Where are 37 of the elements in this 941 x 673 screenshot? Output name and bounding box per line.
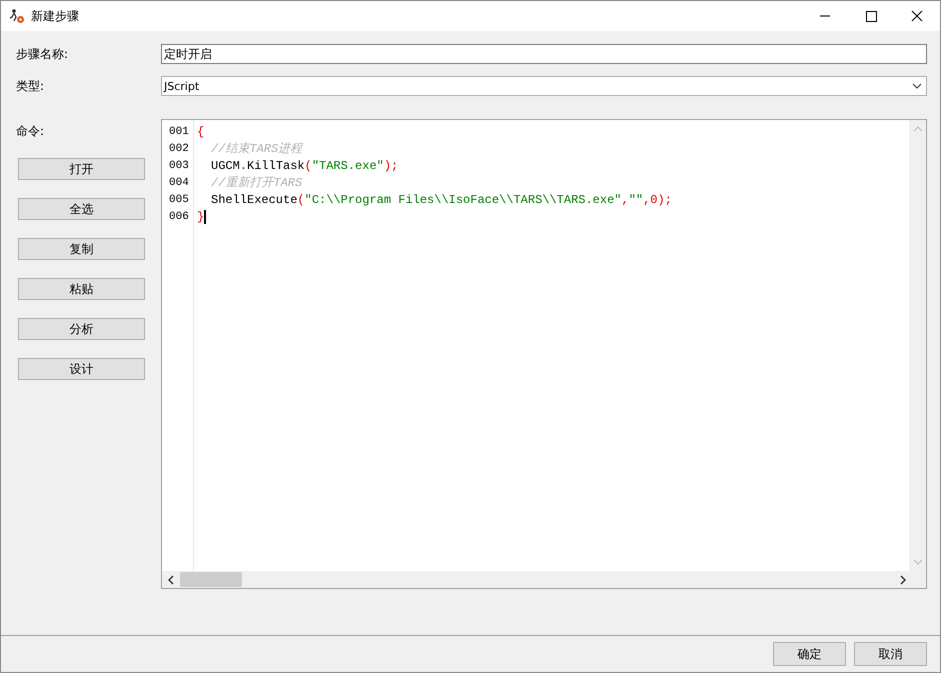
side-button[interactable]: 全选 xyxy=(18,198,145,220)
type-dropdown[interactable]: JScript xyxy=(161,76,927,96)
scroll-left-icon[interactable] xyxy=(168,574,174,584)
code-line: { xyxy=(197,124,204,138)
line-number: 002 xyxy=(168,142,190,154)
scroll-right-icon[interactable] xyxy=(900,574,906,584)
app-icon xyxy=(9,8,25,24)
code-line: //结束TARS进程 xyxy=(211,141,302,157)
side-button[interactable]: 设计 xyxy=(18,358,145,380)
field-label: 步骤名称: xyxy=(16,46,70,62)
line-number: 001 xyxy=(168,126,190,138)
code-editor[interactable]: 001 { 002 //结束TARS进程 003 UGCM.KillTask("TARS.exe"); 004 //重新打开TARS 005 ShellExecute("C:\\Program Files\\IsoFace\\TARS\\TARS.exe","",0); 006 } xyxy=(161,119,927,589)
field-label: 类型: xyxy=(16,78,46,94)
name-field[interactable]: 定时开启 xyxy=(161,44,927,64)
code-line: //重新打开TARS xyxy=(211,175,302,191)
scroll-up-icon[interactable] xyxy=(912,126,922,132)
code-line: ShellExecute("C:\\Program Files\\IsoFace\\TARS\\TARS.exe","",0); xyxy=(211,192,672,206)
code-line: } xyxy=(197,210,204,224)
side-button[interactable]: 分析 xyxy=(18,318,145,340)
scroll-thumb[interactable] xyxy=(180,572,242,587)
window-title: 新建步骤 xyxy=(31,8,79,24)
chevron-down-icon xyxy=(912,83,922,89)
text-cursor xyxy=(204,210,206,224)
side-button[interactable]: 复制 xyxy=(18,238,145,260)
vertical-scrollbar[interactable] xyxy=(909,120,926,571)
field-label: 命令: xyxy=(16,123,46,140)
line-number: 004 xyxy=(168,176,190,188)
scroll-down-icon[interactable] xyxy=(912,559,922,565)
line-number: 006 xyxy=(168,210,190,222)
side-button[interactable]: 打开 xyxy=(18,158,145,180)
horizontal-scrollbar[interactable] xyxy=(162,571,926,588)
side-button[interactable]: 粘贴 xyxy=(18,278,145,300)
dialog-button[interactable]: 取消 xyxy=(854,642,927,666)
code-line: UGCM.KillTask("TARS.exe"); xyxy=(211,158,398,172)
dialog-button[interactable]: 确定 xyxy=(773,642,846,666)
line-number: 003 xyxy=(168,160,190,172)
line-number: 005 xyxy=(168,194,190,206)
